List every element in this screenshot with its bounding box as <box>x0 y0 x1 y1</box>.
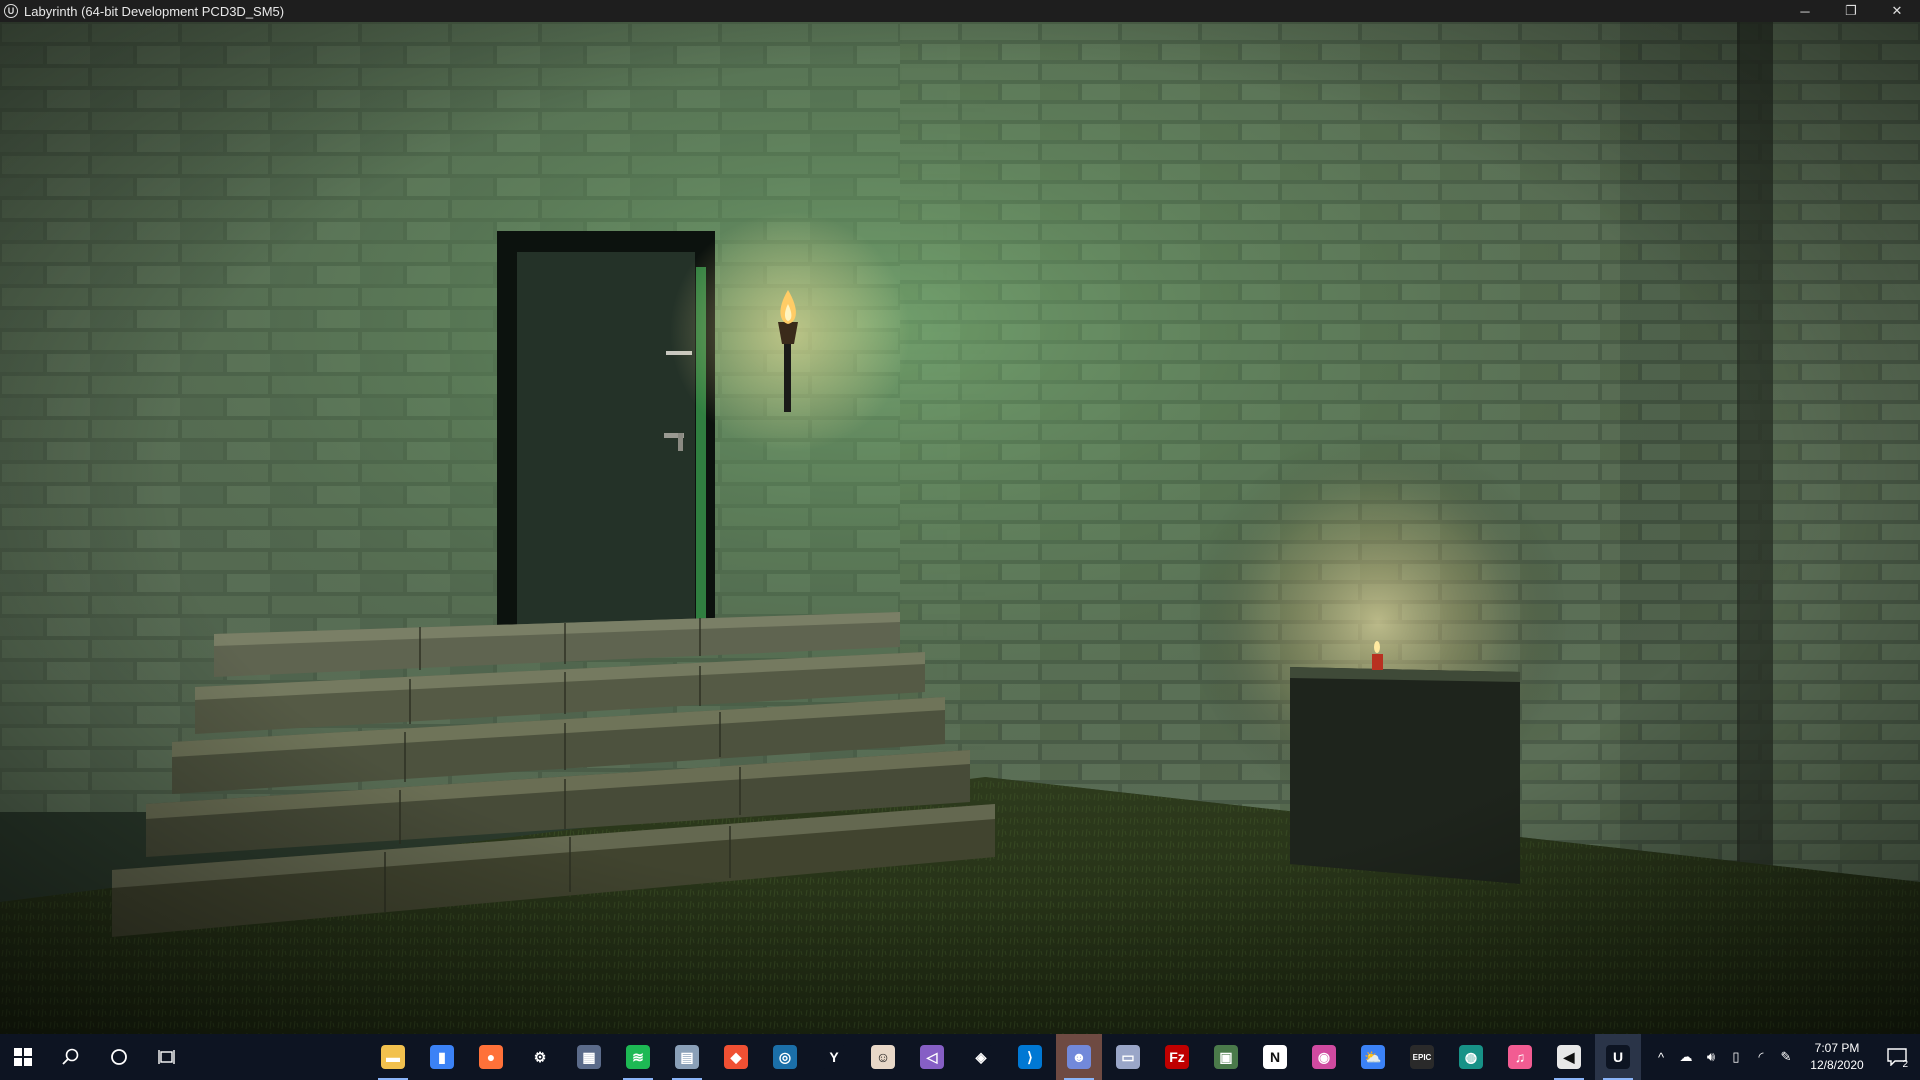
spiral-app-icon: ◉ <box>1312 1045 1336 1069</box>
taskbar-app-visual-studio[interactable]: ◁ <box>909 1034 955 1080</box>
drive-icon: ▤ <box>675 1045 699 1069</box>
taskbar-app-file-explorer[interactable]: ▬ <box>370 1034 416 1080</box>
game-viewport[interactable] <box>0 22 1920 1034</box>
taskbar-app-gitkraken[interactable]: ◍ <box>1448 1034 1494 1080</box>
windows-start-icon[interactable] <box>0 1034 46 1080</box>
taskbar-app-drive[interactable]: ▤ <box>664 1034 710 1080</box>
notion-icon: N <box>1263 1045 1287 1069</box>
notification-icon[interactable]: 2 <box>1880 1034 1914 1080</box>
taskbar-app-image-viewer[interactable]: ▣ <box>1203 1034 1249 1080</box>
vscode-icon: ⟩ <box>1018 1045 1042 1069</box>
close-button[interactable]: ✕ <box>1874 0 1920 22</box>
firefox-icon: ● <box>479 1045 503 1069</box>
taskbar-app-unreal-launcher[interactable]: ◀ <box>1546 1034 1592 1080</box>
wifi-icon[interactable]: ◜ <box>1750 1034 1772 1080</box>
taskbar-app-git[interactable]: ◆ <box>713 1034 759 1080</box>
cloud-icon[interactable]: ☁ <box>1675 1034 1697 1080</box>
visual-studio-icon: ◁ <box>920 1045 944 1069</box>
cortana-icon[interactable] <box>96 1034 142 1080</box>
notification-count: 2 <box>1902 1059 1908 1070</box>
unreal-engine-icon: U <box>1606 1045 1630 1069</box>
game-scene <box>0 22 1920 1034</box>
taskbar-app-unreal-engine[interactable]: U <box>1595 1034 1641 1080</box>
taskbar-app-file-manager[interactable]: ▮ <box>419 1034 465 1080</box>
calculator-icon: ▦ <box>577 1045 601 1069</box>
window-title-bar[interactable]: U Labyrinth (64-bit Development PCD3D_SM… <box>0 0 1920 22</box>
cloud-app-icon: ⛅ <box>1361 1045 1385 1069</box>
taskbar-app-firefox[interactable]: ● <box>468 1034 514 1080</box>
taskbar-app-unity-hub[interactable]: Y <box>811 1034 857 1080</box>
chevron-up-icon[interactable]: ^ <box>1650 1034 1672 1080</box>
file-manager-icon: ▮ <box>430 1045 454 1069</box>
unreal-engine-icon: U <box>4 4 18 18</box>
taskbar-app-settings[interactable]: ⚙ <box>517 1034 563 1080</box>
taskbar-app-steam[interactable]: ◎ <box>762 1034 808 1080</box>
unity-icon: ◈ <box>969 1045 993 1069</box>
taskbar-app-spotify[interactable]: ≋ <box>615 1034 661 1080</box>
taskbar-app-discord[interactable]: ☻ <box>1056 1034 1102 1080</box>
pill-app-icon: ▭ <box>1116 1045 1140 1069</box>
spotify-icon: ≋ <box>626 1045 650 1069</box>
epic-games-icon: EPIC <box>1410 1045 1434 1069</box>
restore-button[interactable]: ❐ <box>1828 0 1874 22</box>
clock-date: 12/8/2020 <box>1810 1058 1864 1072</box>
system-clock[interactable]: 7:07 PM 12/8/2020 <box>1802 1040 1872 1074</box>
taskbar-app-anime-app[interactable]: ☺ <box>860 1034 906 1080</box>
microphone-icon[interactable]: ▯ <box>1725 1034 1747 1080</box>
taskbar-app-filezilla[interactable]: Fz <box>1154 1034 1200 1080</box>
gitkraken-icon: ◍ <box>1459 1045 1483 1069</box>
taskbar-app-vscode[interactable]: ⟩ <box>1007 1034 1053 1080</box>
unity-hub-icon: Y <box>822 1045 846 1069</box>
unreal-launcher-icon: ◀ <box>1557 1045 1581 1069</box>
itunes-icon: ♫ <box>1508 1045 1532 1069</box>
search-icon[interactable] <box>48 1034 94 1080</box>
taskbar-app-pill-app[interactable]: ▭ <box>1105 1034 1151 1080</box>
taskbar-app-notion[interactable]: N <box>1252 1034 1298 1080</box>
taskbar-app-unity[interactable]: ◈ <box>958 1034 1004 1080</box>
discord-icon: ☻ <box>1067 1045 1091 1069</box>
settings-icon: ⚙ <box>528 1045 552 1069</box>
window-title: Labyrinth (64-bit Development PCD3D_SM5) <box>24 3 285 19</box>
image-viewer-icon: ▣ <box>1214 1045 1238 1069</box>
steam-icon: ◎ <box>773 1045 797 1069</box>
taskbar-app-cloud-app[interactable]: ⛅ <box>1350 1034 1396 1080</box>
speaker-icon[interactable]: 🔊︎ <box>1700 1034 1722 1080</box>
clock-time: 7:07 PM <box>1814 1041 1860 1055</box>
windows-taskbar: ▬ ▮ ● ⚙ ▦ ≋ ▤ ◆ ◎ Y ☺ ◁ ◈ ⟩ ☻ ▭ Fz ▣ N ◉ ⛅ EPIC ◍ ♫ ◀ U ^ ☁ 🔊︎ ▯ … <box>0 1034 1920 1080</box>
task-view-icon[interactable] <box>144 1034 190 1080</box>
taskbar-app-spiral-app[interactable]: ◉ <box>1301 1034 1347 1080</box>
file-explorer-icon: ▬ <box>381 1045 405 1069</box>
git-icon: ◆ <box>724 1045 748 1069</box>
minimize-button[interactable]: ─ <box>1782 0 1828 22</box>
anime-app-icon: ☺ <box>871 1045 895 1069</box>
filezilla-icon: Fz <box>1165 1045 1189 1069</box>
taskbar-app-itunes[interactable]: ♫ <box>1497 1034 1543 1080</box>
pen-icon[interactable]: ✎ <box>1775 1034 1797 1080</box>
taskbar-app-calculator[interactable]: ▦ <box>566 1034 612 1080</box>
taskbar-app-epic-games[interactable]: EPIC <box>1399 1034 1445 1080</box>
